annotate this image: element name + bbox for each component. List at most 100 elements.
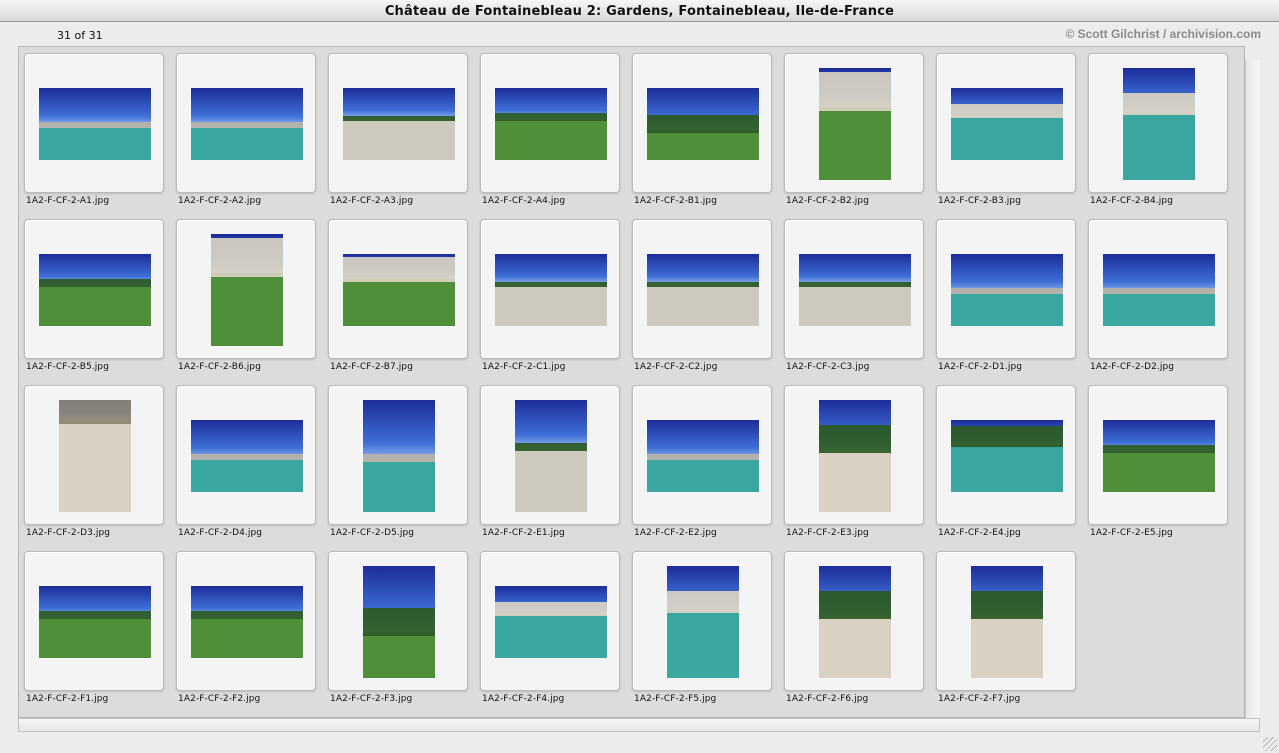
photo-thumbnail[interactable] (647, 88, 759, 160)
copyright-credit: © Scott Gilchrist / archivision.com (1065, 27, 1261, 41)
thumbnail-item[interactable]: 1A2-F-CF-2-E2.jpg (632, 385, 772, 543)
photo-thumbnail[interactable] (363, 566, 435, 678)
slide-frame[interactable] (24, 385, 164, 525)
slide-frame[interactable] (1088, 53, 1228, 193)
photo-thumbnail[interactable] (39, 88, 151, 160)
photo-thumbnail[interactable] (819, 68, 891, 180)
slide-frame[interactable] (632, 385, 772, 525)
thumbnail-item[interactable]: 1A2-F-CF-2-F6.jpg (784, 551, 924, 709)
thumbnail-item[interactable]: 1A2-F-CF-2-F2.jpg (176, 551, 316, 709)
slide-frame[interactable] (936, 551, 1076, 691)
photo-thumbnail[interactable] (39, 586, 151, 658)
slide-frame[interactable] (176, 219, 316, 359)
thumbnail-item[interactable]: 1A2-F-CF-2-B3.jpg (936, 53, 1076, 211)
photo-thumbnail[interactable] (1123, 68, 1195, 180)
slide-frame[interactable] (328, 551, 468, 691)
thumbnail-item[interactable]: 1A2-F-CF-2-F5.jpg (632, 551, 772, 709)
photo-thumbnail[interactable] (343, 88, 455, 160)
thumbnail-item[interactable]: 1A2-F-CF-2-B5.jpg (24, 219, 164, 377)
thumbnail-item[interactable]: 1A2-F-CF-2-D4.jpg (176, 385, 316, 543)
window-titlebar[interactable]: Château de Fontainebleau 2: Gardens, Fon… (0, 0, 1279, 22)
photo-thumbnail[interactable] (39, 254, 151, 326)
thumbnail-item[interactable]: 1A2-F-CF-2-F1.jpg (24, 551, 164, 709)
slide-frame[interactable] (784, 219, 924, 359)
slide-frame[interactable] (480, 385, 620, 525)
photo-thumbnail[interactable] (211, 234, 283, 346)
photo-thumbnail[interactable] (647, 420, 759, 492)
slide-frame[interactable] (784, 53, 924, 193)
slide-frame[interactable] (24, 551, 164, 691)
thumbnail-item[interactable]: 1A2-F-CF-2-D1.jpg (936, 219, 1076, 377)
slide-frame[interactable] (176, 551, 316, 691)
horizontal-scrollbar[interactable] (18, 718, 1260, 732)
thumbnail-item[interactable]: 1A2-F-CF-2-B6.jpg (176, 219, 316, 377)
photo-thumbnail[interactable] (343, 254, 455, 326)
thumbnail-item[interactable]: 1A2-F-CF-2-C2.jpg (632, 219, 772, 377)
thumbnail-item[interactable]: 1A2-F-CF-2-B4.jpg (1088, 53, 1228, 211)
slide-frame[interactable] (936, 53, 1076, 193)
photo-thumbnail[interactable] (1103, 254, 1215, 326)
thumbnail-item[interactable]: 1A2-F-CF-2-B1.jpg (632, 53, 772, 211)
thumbnail-item[interactable]: 1A2-F-CF-2-F4.jpg (480, 551, 620, 709)
slide-frame[interactable] (936, 385, 1076, 525)
photo-thumbnail[interactable] (495, 586, 607, 658)
slide-frame[interactable] (480, 551, 620, 691)
slide-frame[interactable] (328, 53, 468, 193)
thumbnail-item[interactable]: 1A2-F-CF-2-D3.jpg (24, 385, 164, 543)
slide-frame[interactable] (176, 53, 316, 193)
slide-frame[interactable] (1088, 219, 1228, 359)
slide-frame[interactable] (1088, 385, 1228, 525)
thumbnail-item[interactable]: 1A2-F-CF-2-E3.jpg (784, 385, 924, 543)
thumbnail-item[interactable]: 1A2-F-CF-2-A1.jpg (24, 53, 164, 211)
thumbnail-item[interactable]: 1A2-F-CF-2-E5.jpg (1088, 385, 1228, 543)
thumbnail-item[interactable]: 1A2-F-CF-2-A2.jpg (176, 53, 316, 211)
photo-thumbnail[interactable] (971, 566, 1043, 678)
thumbnail-item[interactable]: 1A2-F-CF-2-C3.jpg (784, 219, 924, 377)
thumbnail-item[interactable]: 1A2-F-CF-2-A4.jpg (480, 53, 620, 211)
thumbnail-item[interactable]: 1A2-F-CF-2-D2.jpg (1088, 219, 1228, 377)
slide-frame[interactable] (784, 551, 924, 691)
photo-thumbnail[interactable] (495, 254, 607, 326)
thumbnail-item[interactable]: 1A2-F-CF-2-F7.jpg (936, 551, 1076, 709)
photo-thumbnail[interactable] (191, 88, 303, 160)
thumbnail-item[interactable]: 1A2-F-CF-2-D5.jpg (328, 385, 468, 543)
photo-thumbnail[interactable] (1103, 420, 1215, 492)
slide-frame[interactable] (176, 385, 316, 525)
slide-frame[interactable] (632, 219, 772, 359)
slide-frame[interactable] (328, 219, 468, 359)
photo-thumbnail[interactable] (951, 254, 1063, 326)
slide-frame[interactable] (24, 53, 164, 193)
slide-frame[interactable] (480, 53, 620, 193)
thumbnail-item[interactable]: 1A2-F-CF-2-A3.jpg (328, 53, 468, 211)
photo-thumbnail[interactable] (667, 566, 739, 678)
thumbnail-item[interactable]: 1A2-F-CF-2-E4.jpg (936, 385, 1076, 543)
photo-thumbnail[interactable] (819, 400, 891, 512)
photo-thumbnail[interactable] (191, 420, 303, 492)
photo-thumbnail[interactable] (59, 400, 131, 512)
photo-thumbnail[interactable] (647, 254, 759, 326)
photo-thumbnail[interactable] (495, 88, 607, 160)
slide-frame[interactable] (480, 219, 620, 359)
photo-thumbnail[interactable] (363, 400, 435, 512)
photo-thumbnail[interactable] (515, 400, 587, 512)
slide-frame[interactable] (936, 219, 1076, 359)
resize-grip-icon[interactable] (1263, 737, 1277, 751)
slide-frame[interactable] (632, 53, 772, 193)
thumbnail-item[interactable]: 1A2-F-CF-2-C1.jpg (480, 219, 620, 377)
thumbnail-filename: 1A2-F-CF-2-B2.jpg (786, 196, 870, 206)
photo-thumbnail[interactable] (799, 254, 911, 326)
thumbnail-item[interactable]: 1A2-F-CF-2-E1.jpg (480, 385, 620, 543)
photo-thumbnail[interactable] (951, 420, 1063, 492)
slide-frame[interactable] (328, 385, 468, 525)
photo-thumbnail[interactable] (819, 566, 891, 678)
thumbnail-item[interactable]: 1A2-F-CF-2-F3.jpg (328, 551, 468, 709)
thumbnail-item[interactable]: 1A2-F-CF-2-B2.jpg (784, 53, 924, 211)
photo-thumbnail[interactable] (951, 88, 1063, 160)
vertical-scrollbar[interactable] (1245, 60, 1260, 718)
window-title: Château de Fontainebleau 2: Gardens, Fon… (384, 4, 895, 19)
slide-frame[interactable] (632, 551, 772, 691)
photo-thumbnail[interactable] (191, 586, 303, 658)
slide-frame[interactable] (784, 385, 924, 525)
slide-frame[interactable] (24, 219, 164, 359)
thumbnail-item[interactable]: 1A2-F-CF-2-B7.jpg (328, 219, 468, 377)
